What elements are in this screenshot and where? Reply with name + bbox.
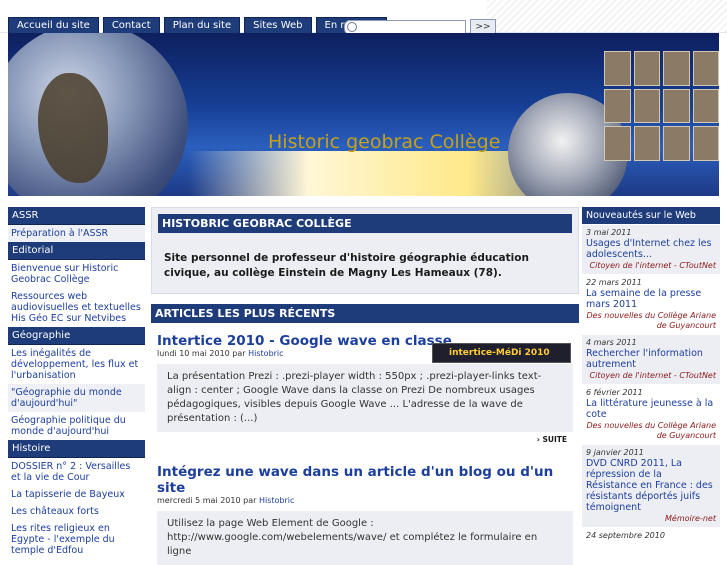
header-banner: Historic geobrac Collège bbox=[8, 33, 719, 196]
news-item: 6 février 2011 La littérature jeunesse à… bbox=[582, 385, 720, 444]
news-item: 22 mars 2011 La semaine de la presse mar… bbox=[582, 275, 720, 334]
thumbnail-label: intertice-MéDi 2010 bbox=[449, 348, 550, 358]
search-icon bbox=[347, 22, 357, 32]
article-title[interactable]: Intégrez une wave dans un article d'un b… bbox=[151, 464, 579, 496]
read-more-link[interactable]: › SUITE bbox=[151, 432, 579, 450]
news-source[interactable]: Citoyen de l'internet - CToutNet bbox=[586, 371, 716, 381]
sidebar-link[interactable]: Les châteaux forts bbox=[8, 503, 145, 520]
news-link[interactable]: DVD CNRD 2011, La répression de la Résis… bbox=[586, 458, 716, 513]
main-content: HISTOBRIC GEOBRAC COLLÈGE Site personnel… bbox=[151, 207, 579, 565]
news-source[interactable]: Des nouvelles du Collège Ariane de Guyan… bbox=[586, 311, 716, 331]
news-link[interactable]: La semaine de la presse mars 2011 bbox=[586, 288, 716, 310]
news-link[interactable]: Usages d'Internet chez les adolescents..… bbox=[586, 238, 716, 260]
sidebar-link[interactable]: La tapisserie de Bayeux bbox=[8, 486, 145, 503]
article-by: par bbox=[232, 349, 246, 358]
section-heading-assr[interactable]: ASSR bbox=[8, 207, 145, 225]
right-sidebar: Nouveautés sur le Web 3 mai 2011 Usages … bbox=[582, 207, 720, 543]
news-date: 22 mars 2011 bbox=[586, 278, 642, 287]
sidebar-link[interactable]: Bienvenue sur Historic Geobrac Collège bbox=[8, 260, 145, 288]
nav-tab-sitemap[interactable]: Plan du site bbox=[163, 17, 241, 33]
article-thumbnail[interactable]: intertice-MéDi 2010 bbox=[432, 343, 571, 363]
section-heading-editorial[interactable]: Editorial bbox=[8, 242, 145, 260]
sidebar-link[interactable]: Les inégalités de développement, les flu… bbox=[8, 345, 145, 384]
news-date: 3 mai 2011 bbox=[586, 228, 632, 237]
site-title: Historic geobrac Collège bbox=[268, 131, 501, 153]
news-date: 4 mars 2011 bbox=[586, 338, 637, 347]
article-date: mercredi 5 mai 2010 bbox=[157, 496, 241, 505]
section-heading-histoire[interactable]: Histoire bbox=[8, 440, 145, 458]
intro-text: Site personnel de professeur d'histoire … bbox=[164, 252, 529, 279]
article-date: lundi 10 mai 2010 bbox=[157, 349, 230, 358]
news-item: 24 septembre 2010 bbox=[582, 528, 720, 543]
article-by: par bbox=[243, 496, 257, 505]
news-date: 6 février 2011 bbox=[586, 388, 643, 397]
news-item: 3 mai 2011 Usages d'Internet chez les ad… bbox=[582, 225, 720, 274]
news-item: 9 janvier 2011 DVD CNRD 2011, La répress… bbox=[582, 445, 720, 527]
top-bar: Accueil du site Contact Plan du site Sit… bbox=[0, 0, 727, 35]
news-item: 4 mars 2011 Rechercher l'information aut… bbox=[582, 335, 720, 384]
article-excerpt: Utilisez la page Web Element de Google :… bbox=[157, 511, 573, 565]
news-link[interactable]: Rechercher l'information autrement bbox=[586, 348, 716, 370]
article-author-link[interactable]: Histobric bbox=[248, 349, 283, 358]
nav-tab-websites[interactable]: Sites Web bbox=[244, 17, 312, 33]
photo-collage bbox=[604, 51, 719, 161]
news-source[interactable]: Mémoire-net bbox=[586, 514, 716, 524]
article-meta: mercredi 5 mai 2010 par Histobric bbox=[151, 496, 579, 505]
sidebar-link[interactable]: DOSSIER n° 2 : Versailles et la vie de C… bbox=[8, 458, 145, 486]
sidebar-link[interactable]: Géographie politique du monde d'aujourd'… bbox=[8, 412, 145, 440]
sidebar-link[interactable]: Les rites religieux en Egypte - l'exempl… bbox=[8, 520, 145, 559]
site-heading: HISTOBRIC GEOBRAC COLLÈGE bbox=[158, 214, 572, 233]
decorative-stripes bbox=[487, 0, 727, 32]
recent-articles-heading: ARTICLES LES PLUS RÉCENTS bbox=[151, 304, 579, 323]
section-heading-geographie[interactable]: Géographie bbox=[8, 327, 145, 345]
sidebar-link[interactable]: "Géographie du monde d'aujourd'hui" bbox=[8, 384, 145, 412]
sidebar-link[interactable]: Ressources web audiovisuelles et textuel… bbox=[8, 288, 145, 327]
news-source[interactable]: Citoyen de l'internet - CToutNet bbox=[586, 261, 716, 271]
news-source[interactable]: Des nouvelles du Collège Ariane de Guyan… bbox=[586, 421, 716, 441]
sidebar-link[interactable]: Préparation à l'ASSR bbox=[8, 225, 145, 242]
news-date: 24 septembre 2010 bbox=[586, 531, 665, 540]
nav-tab-home[interactable]: Accueil du site bbox=[8, 17, 99, 33]
news-date: 9 janvier 2011 bbox=[586, 448, 644, 457]
left-sidebar: ASSR Préparation à l'ASSR Editorial Bien… bbox=[8, 207, 145, 559]
article-excerpt: La présentation Prezi : .prezi-player wi… bbox=[157, 364, 573, 432]
main-navigation: Accueil du site Contact Plan du site Sit… bbox=[8, 17, 387, 33]
intro-box: HISTOBRIC GEOBRAC COLLÈGE Site personnel… bbox=[151, 207, 579, 294]
web-news-heading[interactable]: Nouveautés sur le Web bbox=[582, 207, 720, 224]
news-link[interactable]: La littérature jeunesse à la cote bbox=[586, 398, 716, 420]
article-author-link[interactable]: Histobric bbox=[259, 496, 294, 505]
nav-tab-contact[interactable]: Contact bbox=[102, 17, 160, 33]
